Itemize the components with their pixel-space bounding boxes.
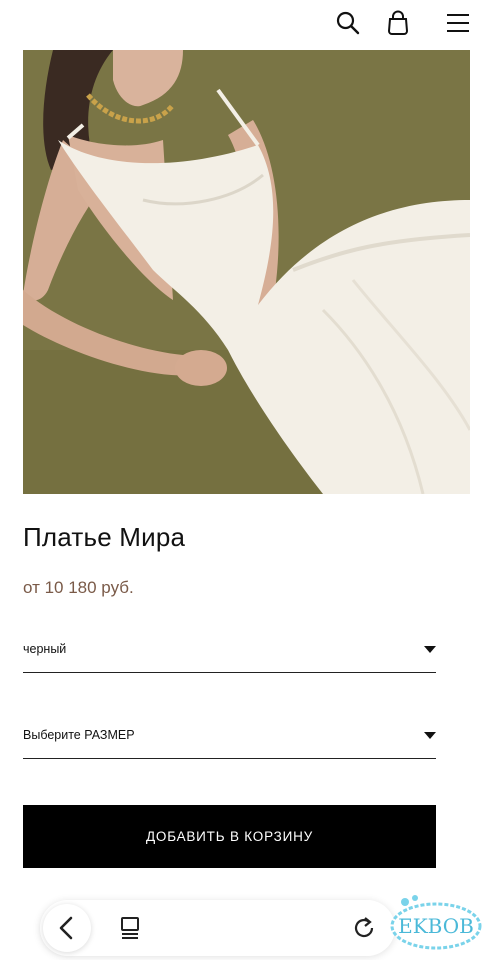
size-select[interactable]: Выберите РАЗМЕР [23,718,436,759]
size-select-value: Выберите РАЗМЕР [23,728,135,742]
chevron-left-icon [59,916,73,940]
product-price: от 10 180 руб. [23,578,134,597]
back-button[interactable] [43,904,91,952]
dropdown-caret-icon [424,646,436,653]
tabs-icon[interactable] [116,914,144,942]
watermark-text: EKBOB [398,914,474,938]
dropdown-caret-icon [424,732,436,739]
hamburger-menu-icon[interactable] [445,10,471,36]
header-bar [0,0,493,50]
browser-navigation-bar [40,900,395,956]
search-icon[interactable] [335,10,361,36]
color-select[interactable]: черный [23,632,436,673]
watermark-logo: EKBOB [390,895,482,950]
color-select-value: черный [23,642,67,656]
add-to-cart-button[interactable]: ДОБАВИТЬ В КОРЗИНУ [23,805,436,868]
product-photo-illustration [23,50,470,494]
product-title: Платье Мира [23,522,186,552]
reload-icon[interactable] [350,914,378,942]
shopping-bag-icon[interactable] [385,10,411,36]
product-image[interactable] [23,50,470,494]
